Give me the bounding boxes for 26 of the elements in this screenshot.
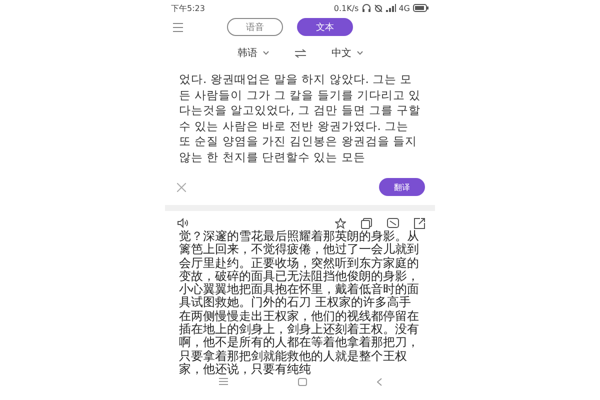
target-language-selector[interactable]: 中文 (332, 46, 352, 60)
translate-button[interactable]: 翻译 (379, 178, 425, 196)
source-text[interactable]: 었다. 왕권때업은 말을 하지 않았다. 그는 모든 사람들이 그가 그 칼을 들기를 기다리고 있다는것을 알고있었다, 그 검만 들면 그를 구할수 있는 사람은 바로 전반 왕권가였다. 그는 또 순질 양염을 가진 김인봉은 왕권검을 들지 않는 한 천지를 단련할수 있는 모든 (165, 72, 435, 166)
chevron-down-icon[interactable] (262, 51, 268, 55)
battery-icon (413, 4, 429, 12)
headphone-icon (362, 4, 371, 12)
clear-icon[interactable] (177, 182, 186, 192)
menu-icon[interactable] (218, 378, 228, 386)
alarm-off-icon (374, 4, 383, 12)
home-icon[interactable] (298, 378, 306, 386)
chevron-down-icon[interactable] (356, 51, 362, 55)
source-language-selector[interactable]: 韩语 (238, 46, 258, 60)
swap-icon[interactable] (294, 48, 306, 58)
star-icon[interactable] (335, 218, 346, 228)
copy-icon[interactable] (361, 218, 372, 228)
share-icon[interactable] (414, 218, 425, 228)
network-speed: 0.1K/s (334, 4, 359, 12)
translation-text: 觉？深邃的雪花最后照耀着那英朗的身影。从篱笆上回来，不觉得疲倦，他过了一会儿就到会厅里赴约。正要收场，突然听到东方家庭的变故，破碎的面具已无法阻挡他俊朗的身影，小心翼翼地把面具抱在怀里，戴着低音时的面具试图救她。门外的石刀 王权家的许多高手在两侧慢慢走出王权家，他们的视线都停留在插在地上的剑身上，剑身上还刻着王权。没有啊，他不是所有的人都在等着他拿着那把刀，只要拿着那把剑就能救他的人就是整个王权家，他还说，只要有纯纯 (178, 230, 420, 376)
speaker-icon[interactable] (177, 218, 189, 228)
network-type: 4G (398, 4, 410, 12)
mode-tab[interactable]: 语音 (227, 18, 283, 36)
mode-tab[interactable]: 文本 (297, 18, 353, 36)
menu-icon[interactable] (173, 22, 183, 32)
signal-icon (386, 4, 396, 12)
status-time: 下午5:23 (171, 2, 205, 14)
back-icon[interactable] (376, 378, 382, 386)
